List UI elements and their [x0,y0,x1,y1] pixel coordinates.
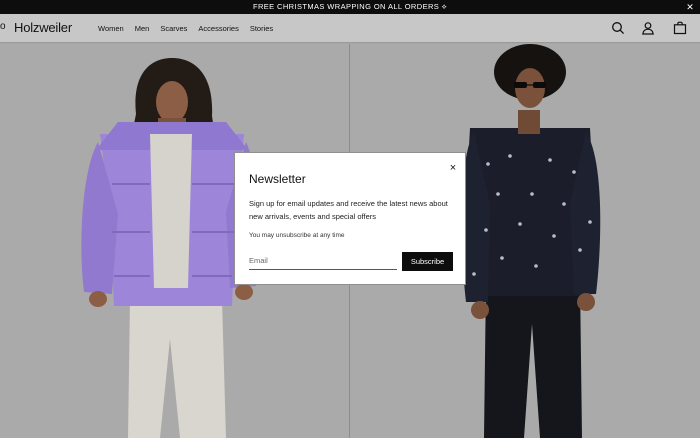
unsubscribe-note: You may unsubscribe at any time [249,232,345,239]
main-nav: Women Men Scarves Accessories Stories [98,24,273,34]
newsletter-description: Sign up for email updates and receive th… [249,199,448,221]
promo-bar: FREE CHRISTMAS WRAPPING ON ALL ORDERS ⟡ … [0,0,700,14]
subscribe-button[interactable]: Subscribe [402,252,453,271]
nav-item-stories[interactable]: Stories [250,24,273,34]
newsletter-close-button[interactable]: × [447,162,459,174]
search-icon[interactable] [611,21,625,35]
nav-item-women[interactable]: Women [98,24,124,34]
account-icon[interactable] [641,21,655,35]
logo-fragment: o [0,21,6,32]
newsletter-title: Newsletter [249,172,306,186]
site-header: o Holzweiler Women Men Scarves Accessori… [0,14,700,43]
promo-close-button[interactable]: ✕ [685,1,695,13]
email-input[interactable] [249,252,397,270]
nav-item-scarves[interactable]: Scarves [160,24,187,34]
site-logo[interactable]: Holzweiler [14,20,72,35]
promo-text: FREE CHRISTMAS WRAPPING ON ALL ORDERS ⟡ [252,2,448,11]
nav-item-men[interactable]: Men [135,24,150,34]
nav-item-accessories[interactable]: Accessories [198,24,238,34]
cart-icon[interactable] [673,21,687,35]
newsletter-modal: Newsletter × Sign up for email updates a… [234,152,466,285]
